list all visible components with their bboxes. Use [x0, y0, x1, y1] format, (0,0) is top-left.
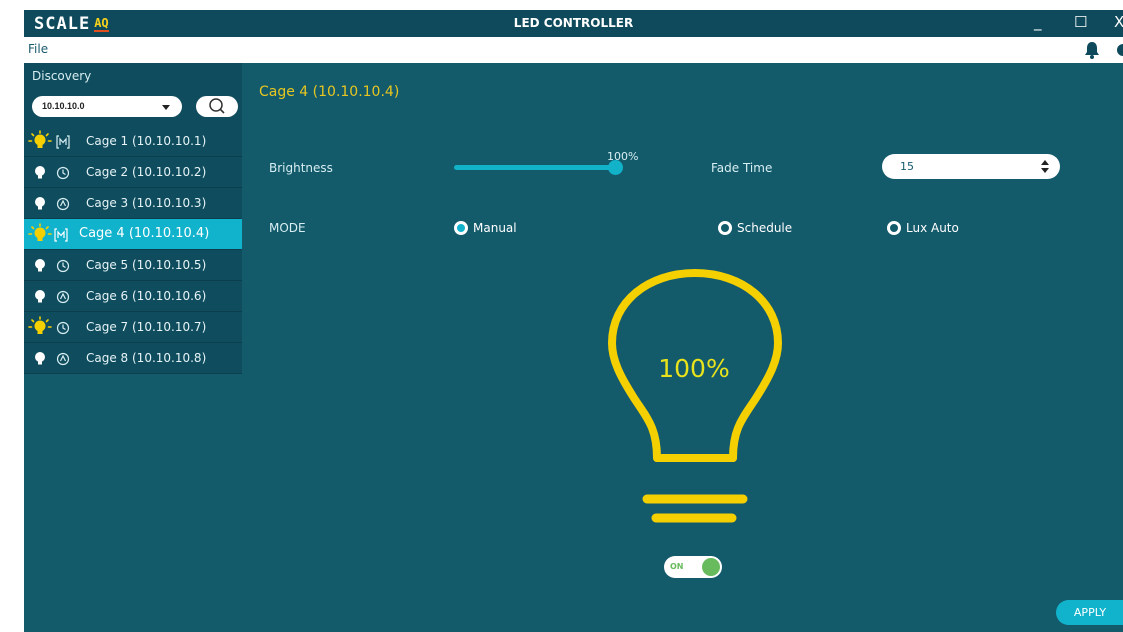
brightness-label: Brightness — [269, 161, 333, 175]
bulb-brightness-percent: 100% — [658, 354, 730, 383]
mode-radio-schedule[interactable]: Schedule — [718, 221, 792, 235]
discovery-title: Discovery — [32, 69, 92, 83]
chevron-down-icon — [162, 105, 170, 110]
brightness-slider-handle[interactable] — [608, 160, 623, 175]
fade-time-label: Fade Time — [711, 161, 773, 175]
lux-auto-icon — [56, 351, 70, 370]
app-window: SCALE AQ LED CONTROLLER _ ☐ X File Disco… — [24, 10, 1123, 632]
mode-radio-lux-auto[interactable]: Lux Auto — [887, 221, 959, 235]
mode-option-label: Lux Auto — [906, 221, 959, 235]
mode-option-label: Manual — [473, 221, 517, 235]
spinner-arrows-icon[interactable] — [1040, 159, 1050, 174]
schedule-icon — [56, 165, 70, 184]
power-toggle[interactable]: ON — [664, 556, 722, 578]
cage-label: Cage 5 (10.10.10.5) — [86, 258, 207, 272]
cage-item-8[interactable]: Cage 8 (10.10.10.8) — [24, 343, 242, 374]
radio-dot — [887, 221, 901, 235]
lightbulb-icon — [607, 268, 783, 523]
title-bar: SCALE AQ LED CONTROLLER _ ☐ X — [24, 10, 1123, 37]
radio-dot — [718, 221, 732, 235]
mode-radio-manual[interactable]: Manual — [454, 221, 517, 235]
bulb-off-icon — [28, 161, 52, 187]
bulb-on-icon — [28, 316, 52, 342]
cage-item-5[interactable]: Cage 5 (10.10.10.5) — [24, 250, 242, 281]
bulb-off-icon — [28, 192, 52, 218]
cage-item-6[interactable]: Cage 6 (10.10.10.6) — [24, 281, 242, 312]
file-menu[interactable]: File — [28, 42, 48, 56]
toggle-knob — [702, 558, 720, 576]
schedule-icon — [56, 258, 70, 277]
cage-label: Cage 1 (10.10.10.1) — [86, 134, 207, 148]
menu-bar: File — [24, 37, 1123, 63]
ip-range-select[interactable]: 10.10.10.0 — [32, 96, 182, 117]
page-title: Cage 4 (10.10.10.4) — [259, 84, 400, 100]
apply-button[interactable]: APPLY — [1056, 600, 1123, 625]
lux-auto-icon — [56, 289, 70, 308]
toggle-label: ON — [670, 562, 684, 571]
bulb-on-icon — [28, 223, 52, 249]
cage-label: Cage 4 (10.10.10.4) — [79, 226, 210, 241]
lux-auto-icon — [56, 196, 70, 215]
discovery-panel: Discovery 10.10.10.0 Cage 1 (10.10.10.1)… — [24, 63, 242, 374]
cage-list: Cage 1 (10.10.10.1) Cage 2 (10.10.10.2) — [24, 126, 242, 374]
mode-label: MODE — [269, 221, 306, 235]
search-icon — [209, 98, 225, 114]
cage-item-2[interactable]: Cage 2 (10.10.10.2) — [24, 157, 242, 188]
minimize-button[interactable]: _ — [1034, 12, 1042, 32]
cage-label: Cage 6 (10.10.10.6) — [86, 289, 207, 303]
radio-dot — [454, 221, 468, 235]
bulb-off-icon — [28, 285, 52, 311]
search-button[interactable] — [196, 96, 238, 117]
maximize-button[interactable]: ☐ — [1074, 12, 1087, 32]
cage-label: Cage 3 (10.10.10.3) — [86, 196, 207, 210]
settings-icon[interactable] — [1114, 41, 1123, 63]
brightness-slider-track[interactable] — [454, 165, 616, 170]
schedule-icon — [56, 320, 70, 339]
close-button[interactable]: X — [1114, 12, 1123, 32]
fade-time-stepper[interactable]: 15 — [882, 154, 1060, 179]
bulb-on-icon — [28, 130, 52, 156]
manual-icon — [56, 134, 70, 153]
cage-label: Cage 7 (10.10.10.7) — [86, 320, 207, 334]
mode-option-label: Schedule — [737, 221, 793, 235]
fade-time-value: 15 — [900, 160, 914, 173]
bulb-off-icon — [28, 347, 52, 373]
cage-item-4[interactable]: Cage 4 (10.10.10.4) — [24, 219, 242, 250]
cage-label: Cage 8 (10.10.10.8) — [86, 351, 207, 365]
cage-item-7[interactable]: Cage 7 (10.10.10.7) — [24, 312, 242, 343]
manual-icon — [54, 227, 68, 246]
cage-item-1[interactable]: Cage 1 (10.10.10.1) — [24, 126, 242, 157]
ip-range-value: 10.10.10.0 — [42, 101, 85, 111]
bell-icon[interactable] — [1084, 41, 1100, 63]
cage-item-3[interactable]: Cage 3 (10.10.10.3) — [24, 188, 242, 219]
window-title: LED CONTROLLER — [513, 16, 634, 30]
cage-label: Cage 2 (10.10.10.2) — [86, 165, 207, 179]
bulb-off-icon — [28, 254, 52, 280]
